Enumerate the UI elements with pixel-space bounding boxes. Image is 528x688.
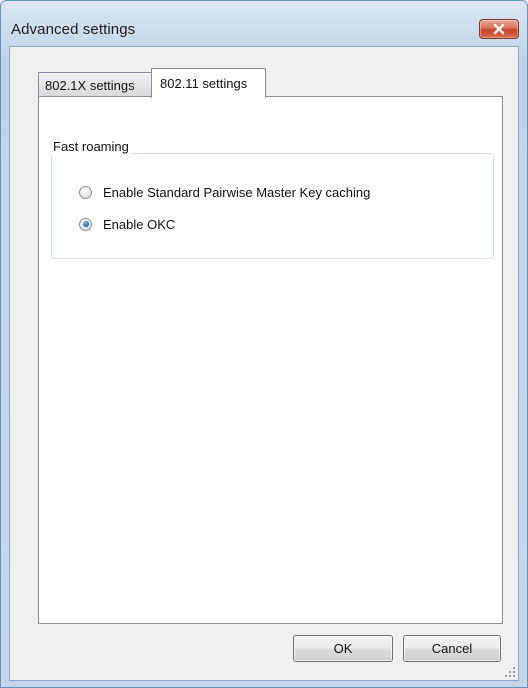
radio-pmk-caching-label: Enable Standard Pairwise Master Key cach… xyxy=(103,184,371,200)
resize-grip-icon[interactable] xyxy=(504,666,516,678)
dialog-window: Advanced settings 802.1X settings 802.11… xyxy=(0,0,528,688)
radio-enable-okc[interactable]: Enable OKC xyxy=(79,215,175,233)
fast-roaming-groupbox xyxy=(51,153,494,259)
tab-802-11-settings[interactable]: 802.11 settings xyxy=(151,68,266,98)
tab-panel-802-11: Fast roaming Enable Standard Pairwise Ma… xyxy=(38,96,503,624)
ok-button[interactable]: OK xyxy=(293,635,393,662)
close-button[interactable] xyxy=(479,19,519,39)
radio-button-unchecked[interactable] xyxy=(79,185,92,199)
dialog-body: 802.1X settings 802.11 settings Fast roa… xyxy=(9,46,519,681)
radio-button-checked[interactable] xyxy=(79,217,92,231)
title-bar[interactable]: Advanced settings xyxy=(1,1,527,47)
window-title: Advanced settings xyxy=(11,21,136,38)
tab-802-1x-settings[interactable]: 802.1X settings xyxy=(38,72,152,96)
close-icon xyxy=(493,23,505,35)
radio-enable-okc-label: Enable OKC xyxy=(103,216,176,232)
fast-roaming-group-title: Fast roaming xyxy=(51,139,131,154)
radio-pmk-caching[interactable]: Enable Standard Pairwise Master Key cach… xyxy=(79,183,370,201)
cancel-button[interactable]: Cancel xyxy=(403,635,501,662)
